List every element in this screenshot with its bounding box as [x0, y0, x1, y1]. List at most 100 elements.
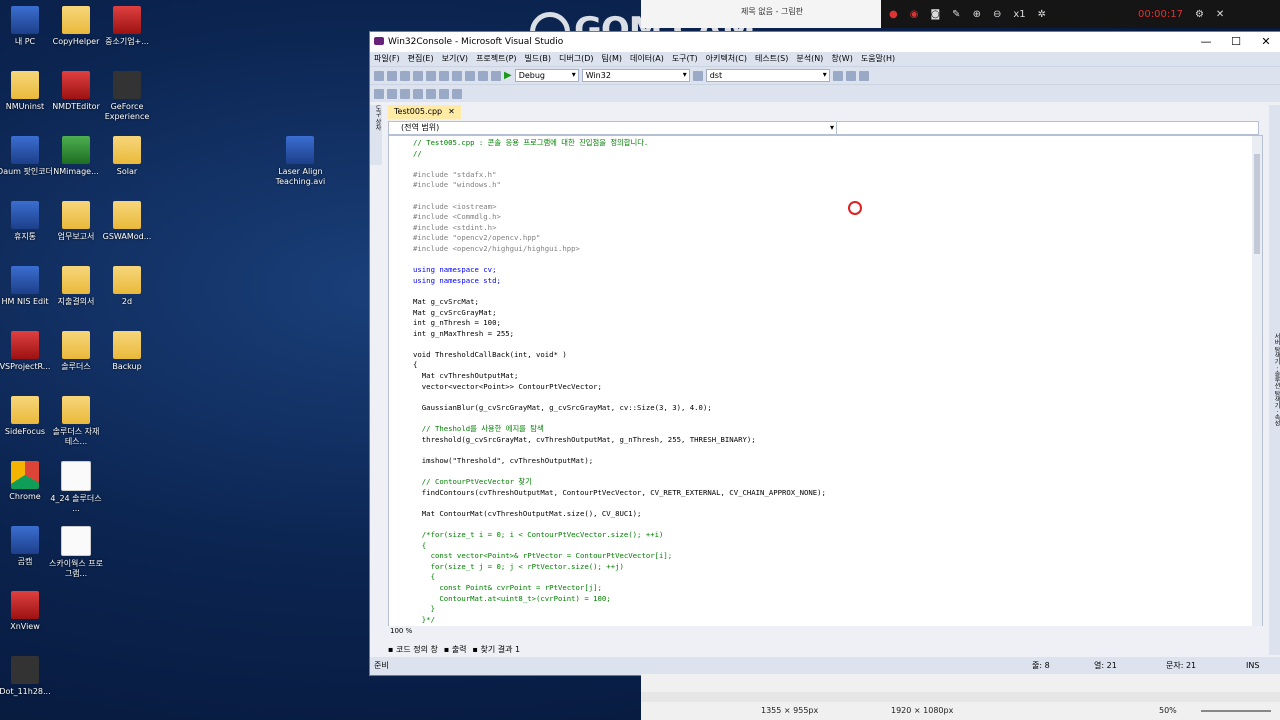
code-line[interactable]: Mat g_cvSrcMat;	[413, 297, 826, 308]
code-line[interactable]: #include "stdafx.h"	[413, 170, 826, 181]
find-icon[interactable]	[692, 70, 703, 81]
code-line[interactable]: vector<vector<Point>> ContourPtVecVector…	[413, 382, 826, 393]
menu-item[interactable]: 디버그(D)	[559, 52, 593, 66]
lower-tab[interactable]: ▪ 출력	[444, 644, 467, 655]
add-item-icon[interactable]	[387, 70, 397, 81]
desktop-icon[interactable]: 솔루더스 자재 테스...	[48, 396, 104, 447]
desktop-icon[interactable]: 지출결의서	[48, 266, 104, 307]
code-line[interactable]: }*/	[413, 615, 826, 626]
desktop-icon[interactable]: GeForce Experience	[99, 71, 155, 122]
menu-item[interactable]: 아키텍처(C)	[706, 52, 747, 66]
code-text[interactable]: // Test005.cpp : 콘솔 응용 프로그램에 대한 진입점을 정의합…	[413, 138, 826, 625]
desktop-icon[interactable]: Dot_11h28...	[0, 656, 53, 697]
code-editor[interactable]: // Test005.cpp : 콘솔 응용 프로그램에 대한 진입점을 정의합…	[388, 135, 1263, 628]
desktop-icon[interactable]: 휴지통	[0, 201, 53, 242]
desktop-icon[interactable]: NMUninst	[0, 71, 53, 112]
desktop-icon[interactable]: SideFocus	[0, 396, 53, 437]
code-line[interactable]: // Theshold를 사용한 에지를 탐색	[413, 424, 826, 435]
bookmark-icon[interactable]	[426, 88, 436, 99]
code-line[interactable]	[413, 255, 826, 266]
scroll-thumb[interactable]	[1254, 154, 1260, 254]
right-tool-strip[interactable]: 서버 탐색기 · 솔루션 탐색기 · 속성	[1269, 105, 1280, 655]
desktop-icon[interactable]: 스카이웍스 프로그램...	[48, 526, 104, 579]
toolbox-icon[interactable]	[858, 70, 869, 81]
code-line[interactable]: threshold(g_cvSrcGrayMat, cvThreshOutput…	[413, 435, 826, 446]
prev-bookmark-icon[interactable]	[439, 88, 449, 99]
cut-icon[interactable]	[439, 70, 449, 81]
zoom-in-icon[interactable]: ⊕	[973, 9, 981, 20]
desktop-icon[interactable]: Daum 팟인코더	[0, 136, 53, 177]
desktop-icon[interactable]: NMDTEditor	[48, 71, 104, 112]
menu-item[interactable]: 보기(V)	[442, 52, 468, 66]
code-line[interactable]: for(size_t j = 0; j < rPtVector.size(); …	[413, 562, 826, 573]
desktop-icon[interactable]: Backup	[99, 331, 155, 372]
code-line[interactable]	[413, 392, 826, 403]
menu-item[interactable]: 편집(E)	[408, 52, 434, 66]
paste-icon[interactable]	[465, 70, 475, 81]
menu-item[interactable]: 도움말(H)	[861, 52, 895, 66]
code-line[interactable]: #include <stdint.h>	[413, 223, 826, 234]
desktop-icon[interactable]: 곰캠	[0, 526, 53, 567]
code-line[interactable]: const vector<Point>& rPtVector = Contour…	[413, 551, 826, 562]
code-line[interactable]: using namespace cv;	[413, 265, 826, 276]
tab-close-icon[interactable]: ✕	[448, 106, 455, 118]
code-line[interactable]: findContours(cvThreshOutputMat, ContourP…	[413, 488, 826, 499]
code-line[interactable]: void ThresholdCallBack(int, void* )	[413, 350, 826, 361]
undo-icon[interactable]	[478, 70, 488, 81]
member-select[interactable]	[837, 122, 1258, 134]
code-line[interactable]	[413, 339, 826, 350]
code-line[interactable]: #include <Commdlg.h>	[413, 212, 826, 223]
code-line[interactable]	[413, 191, 826, 202]
menu-item[interactable]: 프로젝트(P)	[476, 52, 517, 66]
code-line[interactable]: Mat cvThreshOutputMat;	[413, 371, 826, 382]
desktop-icon[interactable]: NMimage...	[48, 136, 104, 177]
settings-icon[interactable]: ⚙	[1195, 9, 1204, 20]
desktop-icon[interactable]: 내 PC	[0, 6, 53, 47]
uncomment-icon[interactable]	[413, 88, 423, 99]
close-button[interactable]: ✕	[1251, 32, 1280, 52]
find-combo[interactable]: dst	[705, 69, 830, 82]
desktop-icon[interactable]: VSProjectR...	[0, 331, 53, 372]
desktop-icon[interactable]: HM NIS Edit	[0, 266, 53, 307]
code-line[interactable]: Mat ContourMat(cvThreshOutputMat.size(),…	[413, 509, 826, 520]
code-line[interactable]	[413, 413, 826, 424]
code-line[interactable]: int g_nMaxThresh = 255;	[413, 329, 826, 340]
next-bookmark-icon[interactable]	[452, 88, 462, 99]
solution-explorer-icon[interactable]	[832, 70, 843, 81]
menu-item[interactable]: 데이터(A)	[630, 52, 664, 66]
code-line[interactable]: using namespace std;	[413, 276, 826, 287]
vs-title-bar[interactable]: Win32Console - Microsoft Visual Studio —…	[370, 32, 1280, 52]
maximize-button[interactable]: ☐	[1221, 32, 1251, 52]
zoom-level-select[interactable]: 100 %	[390, 627, 412, 635]
menu-item[interactable]: 창(W)	[831, 52, 853, 66]
code-line[interactable]	[413, 445, 826, 456]
code-line[interactable]: #include <iostream>	[413, 202, 826, 213]
redo-icon[interactable]	[491, 70, 501, 81]
copy-icon[interactable]	[452, 70, 462, 81]
code-line[interactable]: #include "opencv2/opencv.hpp"	[413, 233, 826, 244]
code-line[interactable]: // Test005.cpp : 콘솔 응용 프로그램에 대한 진입점을 정의합…	[413, 138, 826, 149]
indent-icon[interactable]	[374, 88, 384, 99]
menu-item[interactable]: 테스트(S)	[755, 52, 788, 66]
code-line[interactable]: GaussianBlur(g_cvSrcGrayMat, g_cvSrcGray…	[413, 403, 826, 414]
open-icon[interactable]	[400, 70, 410, 81]
desktop-icon[interactable]: GSWAMod...	[99, 201, 155, 242]
menu-item[interactable]: 팀(M)	[602, 52, 623, 66]
effects-icon[interactable]: ✲	[1038, 9, 1046, 20]
lower-tab[interactable]: ▪ 찾기 결과 1	[473, 644, 521, 655]
code-line[interactable]: {	[413, 541, 826, 552]
desktop-icon[interactable]: CopyHelper	[48, 6, 104, 47]
menu-item[interactable]: 도구(T)	[672, 52, 698, 66]
desktop-icon[interactable]: Solar	[99, 136, 155, 177]
toolbox-strip[interactable]: 도구 상자	[370, 105, 382, 165]
code-line[interactable]: {	[413, 360, 826, 371]
desktop-icon[interactable]: 중소기업+...	[99, 6, 155, 47]
desktop-icon[interactable]: 2d	[99, 266, 155, 307]
code-line[interactable]	[413, 286, 826, 297]
save-all-icon[interactable]	[426, 70, 436, 81]
code-line[interactable]: // ContourPtVecVector 찾기	[413, 477, 826, 488]
code-line[interactable]: /*for(size_t i = 0; i < ContourPtVecVect…	[413, 530, 826, 541]
desktop-icon[interactable]: 업무보고서	[48, 201, 104, 242]
comment-icon[interactable]	[400, 88, 410, 99]
desktop-icon[interactable]: 4_24 솔루더스 ...	[48, 461, 104, 514]
